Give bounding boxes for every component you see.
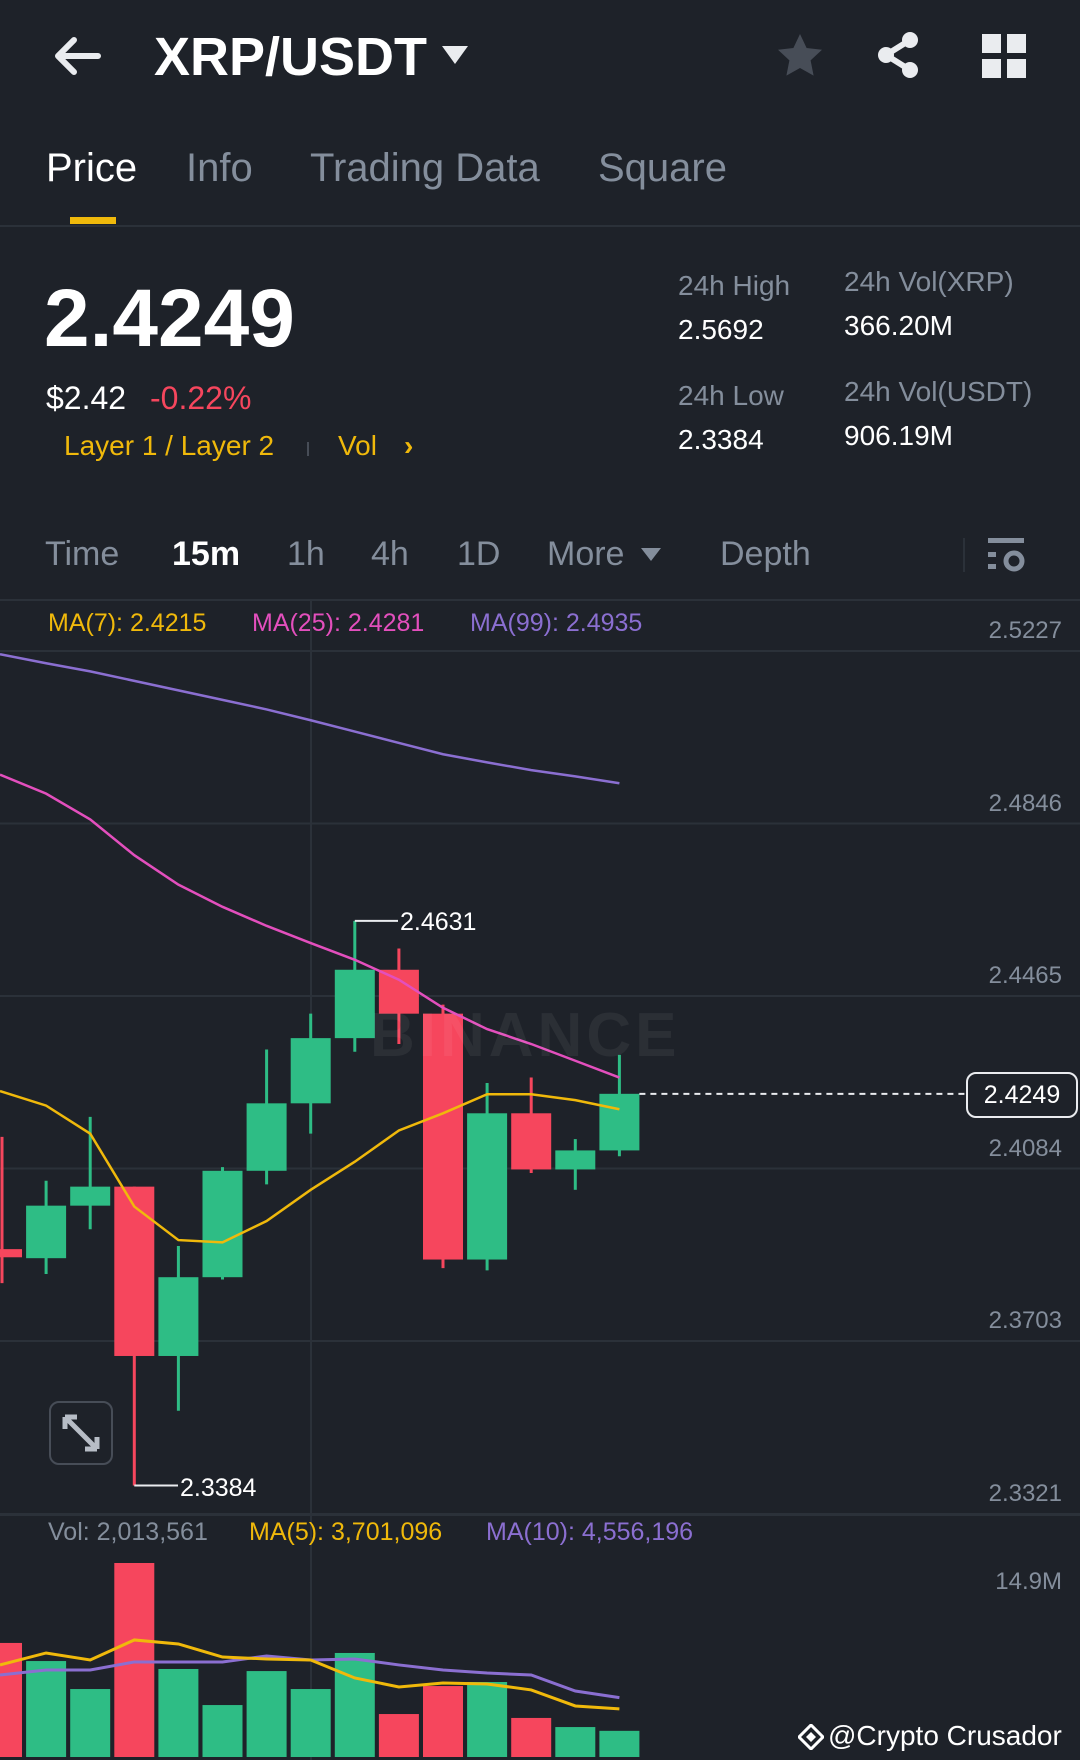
candle-up <box>290 1038 331 1104</box>
candle-down <box>114 1186 155 1356</box>
candle-up <box>246 1103 287 1171</box>
volume-bar <box>202 1705 243 1757</box>
fullscreen-button[interactable] <box>49 1401 113 1465</box>
watermark-logo-icon <box>796 1722 826 1755</box>
volume-bar <box>114 1563 155 1757</box>
volume-bar <box>378 1714 419 1757</box>
candle-up <box>599 1093 640 1151</box>
candle-down <box>511 1113 552 1170</box>
candlestick-chart[interactable] <box>0 0 1080 1760</box>
volume-bar <box>511 1717 552 1757</box>
candle-up <box>202 1170 243 1278</box>
volume-max-label: 14.9M <box>995 1568 1062 1595</box>
candle-up <box>555 1150 596 1170</box>
candle-up <box>158 1277 199 1356</box>
logo-watermark: BINANCE <box>370 1001 681 1070</box>
price-axis-label: 2.3703 <box>988 1307 1062 1335</box>
volume-bar <box>26 1661 67 1757</box>
volume-bar <box>423 1686 463 1757</box>
volume-bar <box>599 1730 640 1757</box>
vol-ma10-legend: MA(10): 4,556,196 <box>486 1518 694 1546</box>
author-watermark: @Crypto Crusador <box>828 1720 1062 1751</box>
price-axis-label: 2.5227 <box>988 617 1062 644</box>
volume-bar <box>467 1682 508 1757</box>
volume-bar <box>290 1689 331 1757</box>
low-mark-label: 2.3384 <box>180 1474 257 1502</box>
ma99-line <box>0 652 620 785</box>
candle-down <box>0 1249 22 1258</box>
price-axis-label: 2.4846 <box>988 789 1062 817</box>
price-axis-label: 2.4465 <box>988 962 1062 990</box>
expand-icon <box>62 1414 100 1452</box>
candle-up <box>467 1113 508 1260</box>
vol-ma5-legend: MA(5): 3,701,096 <box>249 1518 443 1546</box>
price-axis-label: 2.3321 <box>988 1480 1062 1507</box>
price-axis-label: 2.4084 <box>988 1134 1062 1162</box>
candle-up <box>70 1186 111 1206</box>
volume-bar <box>246 1671 287 1757</box>
volume-bar <box>158 1668 199 1757</box>
candle-up <box>334 969 375 1039</box>
volume-legend: Vol: 2,013,561 <box>48 1518 208 1546</box>
high-mark-label: 2.4631 <box>400 908 477 936</box>
volume-bar <box>555 1727 596 1757</box>
volume-bar <box>70 1689 111 1757</box>
current-price-tag: 2.4249 <box>966 1072 1078 1118</box>
volume-bar <box>334 1652 375 1757</box>
candle-up <box>26 1205 67 1259</box>
